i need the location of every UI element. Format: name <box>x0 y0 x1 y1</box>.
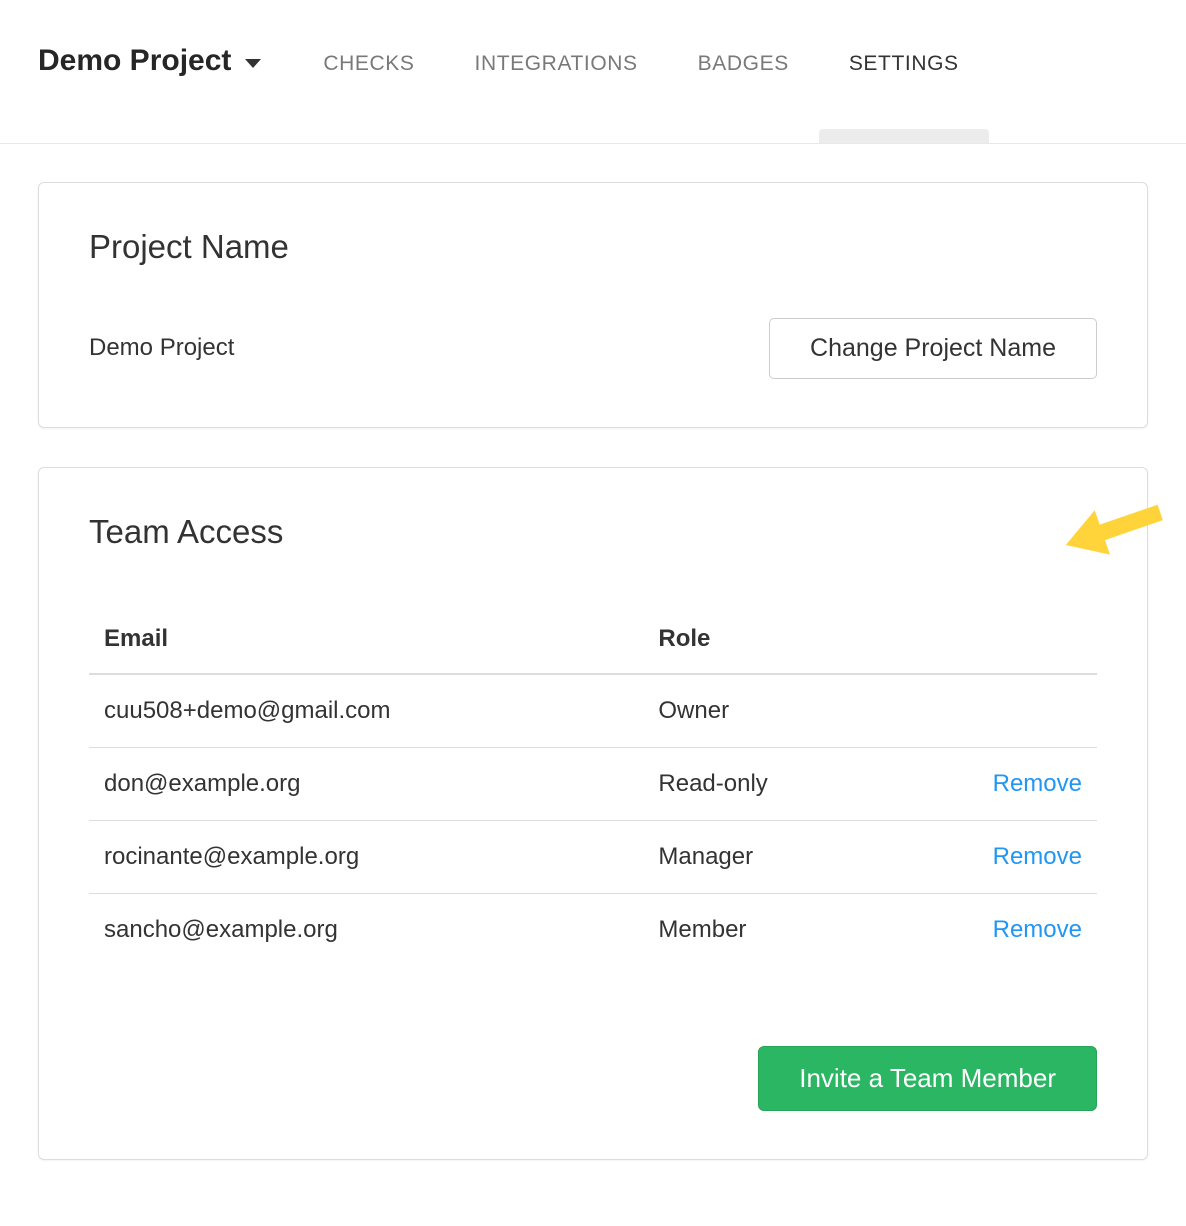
member-email: don@example.org <box>89 747 643 820</box>
invite-button-row: Invite a Team Member <box>89 1046 1097 1111</box>
tab-integrations[interactable]: INTEGRATIONS <box>445 0 668 143</box>
role-column-header: Role <box>643 605 895 674</box>
project-dropdown-label: Demo Project <box>38 44 231 78</box>
tab-checks[interactable]: CHECKS <box>293 0 444 143</box>
project-name-card: Project Name Demo Project Change Project… <box>38 182 1148 428</box>
member-email: cuu508+demo@gmail.com <box>89 674 643 748</box>
settings-page: Demo Project CHECKS INTEGRATIONS BADGES … <box>0 0 1186 1226</box>
member-role: Manager <box>643 820 895 893</box>
current-project-name: Demo Project <box>89 334 234 362</box>
remove-member-link[interactable]: Remove <box>993 916 1082 943</box>
invite-team-member-button[interactable]: Invite a Team Member <box>758 1046 1097 1111</box>
settings-content: Project Name Demo Project Change Project… <box>0 182 1186 1160</box>
member-email: sancho@example.org <box>89 893 643 966</box>
table-row: cuu508+demo@gmail.com Owner <box>89 674 1097 748</box>
table-header-row: Email Role <box>89 605 1097 674</box>
project-name-row: Demo Project Change Project Name <box>89 318 1097 379</box>
team-access-card: Team Access Email Role cuu508+demo@gmail… <box>38 467 1148 1160</box>
remove-member-link[interactable]: Remove <box>993 843 1082 870</box>
table-row: don@example.org Read-only Remove <box>89 747 1097 820</box>
team-members-table: Email Role cuu508+demo@gmail.com Owner d… <box>89 605 1097 966</box>
member-role: Member <box>643 893 895 966</box>
member-email: rocinante@example.org <box>89 820 643 893</box>
action-column-header <box>895 605 1097 674</box>
email-column-header: Email <box>89 605 643 674</box>
project-dropdown[interactable]: Demo Project <box>38 0 261 78</box>
remove-member-link[interactable]: Remove <box>993 770 1082 797</box>
table-row: rocinante@example.org Manager Remove <box>89 820 1097 893</box>
change-project-name-button[interactable]: Change Project Name <box>769 318 1097 379</box>
member-role: Owner <box>643 674 895 748</box>
tab-settings[interactable]: SETTINGS <box>819 0 989 143</box>
table-row: sancho@example.org Member Remove <box>89 893 1097 966</box>
project-name-title: Project Name <box>89 228 1097 266</box>
caret-down-icon <box>245 59 261 68</box>
nav-tabs: CHECKS INTEGRATIONS BADGES SETTINGS <box>293 0 988 143</box>
member-role: Read-only <box>643 747 895 820</box>
top-navbar: Demo Project CHECKS INTEGRATIONS BADGES … <box>0 0 1186 144</box>
team-access-title: Team Access <box>89 513 1097 551</box>
tab-badges[interactable]: BADGES <box>668 0 819 143</box>
